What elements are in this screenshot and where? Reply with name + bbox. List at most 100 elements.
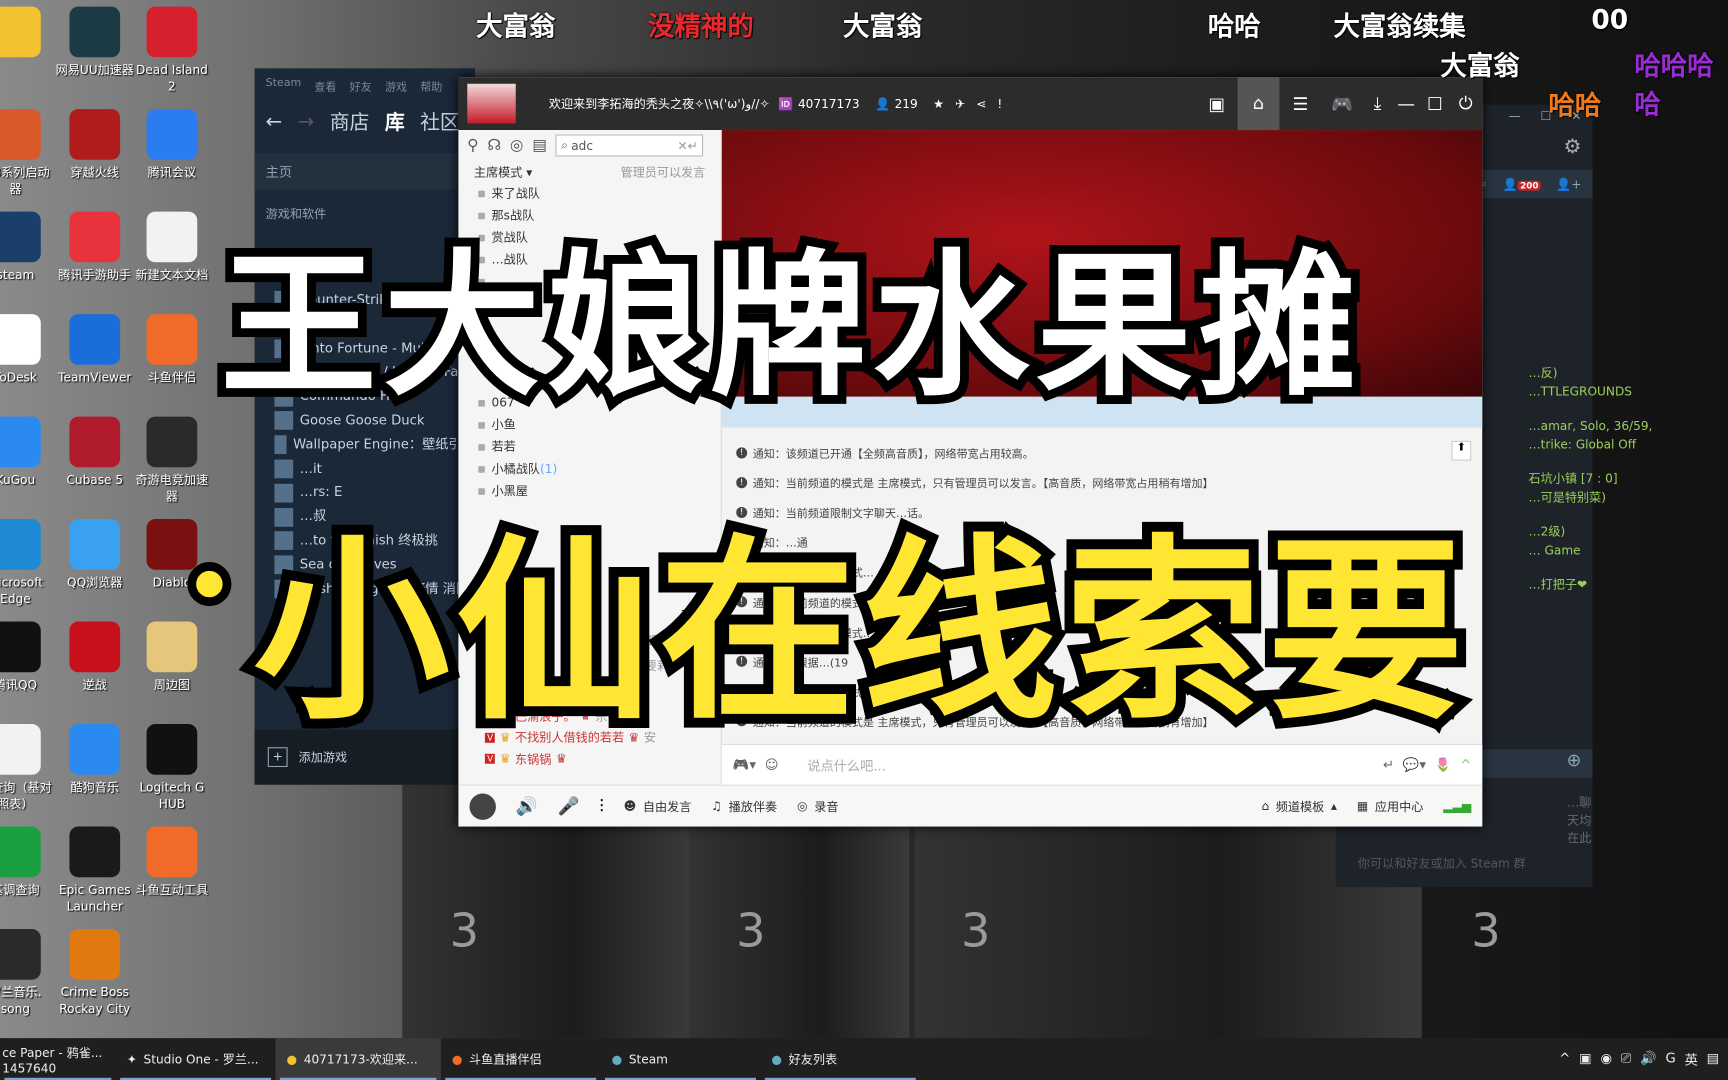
nav-library[interactable]: 库 — [385, 107, 405, 136]
friend-entry[interactable]: …amar, Solo, 36/59, — [1529, 417, 1653, 436]
location-icon[interactable]: ◎ — [510, 137, 523, 155]
ime-icon[interactable]: ▤ — [1707, 1050, 1720, 1069]
desktop-icon[interactable]: TeamViewer — [55, 314, 134, 386]
desktop-icon[interactable]: KuGou — [0, 416, 55, 489]
network-icon[interactable]: ⎚ — [1621, 1050, 1632, 1069]
friend-entry[interactable]: …2级) — [1529, 522, 1593, 541]
desktop-icon[interactable]: Cubase 5 — [55, 416, 134, 489]
emoji-icon[interactable]: ☺ — [765, 757, 779, 772]
friend-entry[interactable]: …打把子❤ — [1529, 575, 1593, 594]
tray-app-icon[interactable]: ▣ — [1579, 1050, 1592, 1069]
desktop-icon[interactable]: 网易UU加速器 — [55, 6, 134, 79]
desktop-icon[interactable]: 基调查询 — [0, 826, 55, 899]
template-button[interactable]: ⌂ 频道模板 ▴ — [1261, 797, 1337, 815]
forward-arrow-icon[interactable]: → — [298, 110, 315, 133]
game-item[interactable]: Wallpaper Engine：壁纸引擎 — [255, 433, 475, 457]
desktop-icon[interactable] — [0, 6, 55, 62]
desktop-icon[interactable]: 腾讯会议 — [132, 109, 211, 181]
desktop-icon[interactable]: 腾讯手游助手 — [55, 211, 134, 284]
search-input[interactable]: ⌕ adc ✕↵ — [555, 134, 704, 157]
chevron-up-icon[interactable]: ^ — [1559, 1050, 1570, 1069]
channel-item[interactable]: 若若 — [458, 436, 720, 458]
menu-games[interactable]: 游戏 — [385, 77, 407, 94]
desktop-icon[interactable]: Logitech G HUB — [132, 724, 211, 812]
desktop-icon[interactable]: Crime Boss Rockay City — [55, 929, 134, 1017]
chevron-up-icon[interactable]: ^ — [1460, 757, 1471, 772]
taskbar-item-studio-one[interactable]: ✦ Studio One - 罗兰... — [116, 1038, 276, 1080]
chat-bubble-icon[interactable]: 💬▾ — [1403, 757, 1426, 772]
gamepad-icon[interactable]: 🎮▾ — [733, 757, 756, 772]
enter-icon[interactable]: ↵ — [1383, 757, 1394, 772]
menu-friends[interactable]: 好友 — [350, 77, 372, 94]
desktop-icon[interactable]: 穿越火线 — [55, 109, 134, 181]
list-icon[interactable]: ☰ — [1279, 93, 1321, 114]
nav-store[interactable]: 商店 — [330, 107, 370, 136]
free-speak-button[interactable]: ☻ 自由发言 — [624, 797, 692, 815]
mode-dropdown[interactable]: 主席模式 ▾ — [474, 163, 532, 181]
friend-entry[interactable]: …trike: Global Off — [1529, 435, 1637, 454]
tray-app-icon[interactable]: ◉ — [1600, 1050, 1612, 1069]
friend-entry[interactable]: …反) — [1529, 364, 1593, 383]
flower-icon[interactable]: 🌷 — [1435, 757, 1451, 772]
gamepad-icon[interactable]: 🎮 — [1321, 93, 1363, 114]
back-arrow-icon[interactable]: ← — [266, 110, 283, 133]
desktop-icon[interactable]: 腾讯QQ — [0, 621, 55, 694]
mic-icon[interactable]: 🎤 — [558, 796, 580, 817]
star-icon[interactable]: ★ — [933, 96, 944, 110]
taskbar-item-steam[interactable]: ● Steam — [601, 1038, 761, 1080]
steam-home[interactable]: 主页 — [254, 153, 475, 190]
taskbar-item-douyu[interactable]: ● 斗鱼直播伴侣 — [441, 1038, 601, 1080]
desktop-icon[interactable]: 调查询（基对照表） — [0, 724, 55, 812]
desktop-icon[interactable]: 酷狗音乐 — [55, 724, 134, 796]
desktop-icon[interactable]: ToDesk — [0, 314, 55, 386]
speaker-icon[interactable]: 🔊 — [516, 796, 538, 817]
menu-steam[interactable]: Steam — [266, 77, 302, 94]
chat-input[interactable]: 说点什么吧... — [807, 755, 886, 774]
headset-icon[interactable]: ☊ — [487, 137, 501, 155]
desktop-icon[interactable]: 斗鱼伴侣 — [132, 314, 211, 386]
video-icon[interactable]: ▣ — [1196, 93, 1238, 114]
volume-icon[interactable]: 🔊 — [1640, 1050, 1656, 1069]
app-center-button[interactable]: ▦ 应用中心 — [1357, 797, 1424, 815]
desktop-icon[interactable]: steam — [0, 211, 55, 284]
desktop-icon[interactable]: 斗鱼互动工具 — [132, 826, 211, 899]
desktop-icon[interactable]: 奇游电竞加速器 — [132, 416, 211, 505]
menu-help[interactable]: 帮助 — [420, 77, 442, 94]
taskbar-item-friends[interactable]: ● 好友列表 — [760, 1038, 920, 1080]
friend-entry[interactable]: …TTLEGROUNDS — [1529, 382, 1632, 401]
taskbar-item-yy[interactable]: ● 40717173-欢迎来... — [275, 1038, 441, 1080]
minimize-icon[interactable]: — — [1509, 109, 1521, 131]
power-icon[interactable]: ⏻ — [1449, 93, 1482, 115]
desktop-icon[interactable]: QQ浏览器 — [55, 519, 134, 591]
desktop-icon[interactable]: Epic Games Launcher — [55, 826, 134, 915]
taskbar-item-wallpaper[interactable]: ce Paper - 鸦雀... 1457640 — [0, 1038, 116, 1080]
notice-icon[interactable]: ▤ — [532, 137, 547, 155]
equalizer-icon[interactable]: ⫶ — [599, 795, 603, 817]
accompany-button[interactable]: ♫ 播放伴奏 — [711, 797, 777, 815]
friend-entry[interactable]: …可是特别菜) — [1529, 488, 1606, 507]
plane-icon[interactable]: ✈ — [955, 96, 965, 110]
desktop-icon[interactable]: Microsoft Edge — [0, 519, 55, 607]
report-icon[interactable]: ! — [997, 96, 1002, 110]
menu-view[interactable]: 查看 — [314, 77, 336, 94]
desktop-icon[interactable]: Dead Island 2 — [132, 6, 211, 95]
add-friend-icon[interactable]: 👤+ — [1556, 177, 1581, 191]
share-icon[interactable]: ⋖ — [976, 96, 986, 110]
record-button[interactable]: ◎ 录音 — [797, 797, 838, 815]
home-icon[interactable]: ⌂ — [1237, 77, 1280, 131]
friend-entry[interactable]: … Game — [1529, 541, 1593, 560]
clear-icon[interactable]: ✕↵ — [677, 138, 697, 152]
desktop-icon[interactable]: 新建文本文档 — [132, 211, 211, 284]
tray-app-icon[interactable]: G — [1666, 1050, 1676, 1069]
download-icon[interactable]: ⤓ — [1363, 93, 1392, 115]
desktop-icon[interactable]: 网3系列启动器 — [0, 109, 55, 197]
friend-entry[interactable]: 石坑小镇 [7 : 0] — [1529, 469, 1618, 488]
scroll-top-button[interactable]: ⬆ — [1451, 440, 1472, 461]
avatar[interactable] — [469, 792, 496, 820]
minimize-icon[interactable]: — — [1392, 93, 1421, 114]
desktop-icon[interactable]: 逆战 — [55, 621, 134, 694]
nav-community[interactable]: 社区 — [420, 107, 460, 136]
ime-indicator[interactable]: 英 — [1685, 1050, 1698, 1069]
desktop-icon[interactable]: 周边图 — [132, 621, 211, 694]
maximize-icon[interactable]: ☐ — [1421, 93, 1450, 114]
